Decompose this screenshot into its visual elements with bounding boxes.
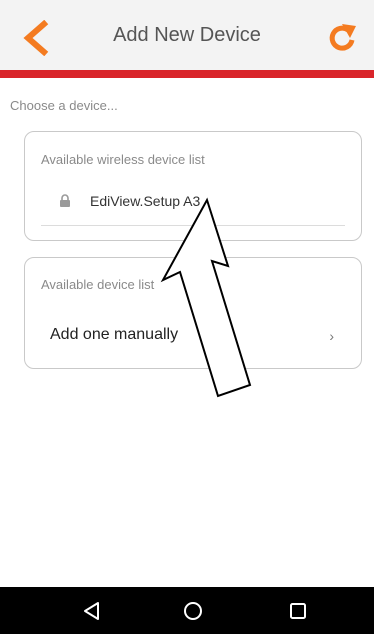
header-accent-bar	[0, 70, 374, 78]
device-list-item[interactable]: EdiView.Setup A3	[41, 190, 345, 226]
screen: Add New Device Choose a device... Availa…	[0, 0, 374, 634]
device-list-card: Available device list Add one manually ›	[24, 257, 362, 369]
add-manually-button[interactable]: Add one manually ›	[25, 316, 361, 356]
system-nav-bar	[0, 587, 374, 634]
chevron-right-icon: ›	[329, 328, 334, 344]
nav-recents-icon[interactable]	[286, 599, 310, 623]
wireless-list-title: Available wireless device list	[41, 152, 205, 167]
nav-back-icon[interactable]	[80, 599, 104, 623]
lock-icon	[60, 194, 70, 207]
add-manually-label: Add one manually	[50, 326, 179, 343]
refresh-icon[interactable]	[326, 22, 358, 54]
device-list-title: Available device list	[41, 277, 155, 292]
nav-home-icon[interactable]	[181, 599, 205, 623]
choose-device-label: Choose a device...	[10, 98, 118, 113]
device-name: EdiView.Setup A3	[90, 193, 201, 209]
app-header: Add New Device	[0, 0, 374, 72]
wireless-device-card: Available wireless device list EdiView.S…	[24, 131, 362, 241]
page-title: Add New Device	[113, 24, 261, 46]
